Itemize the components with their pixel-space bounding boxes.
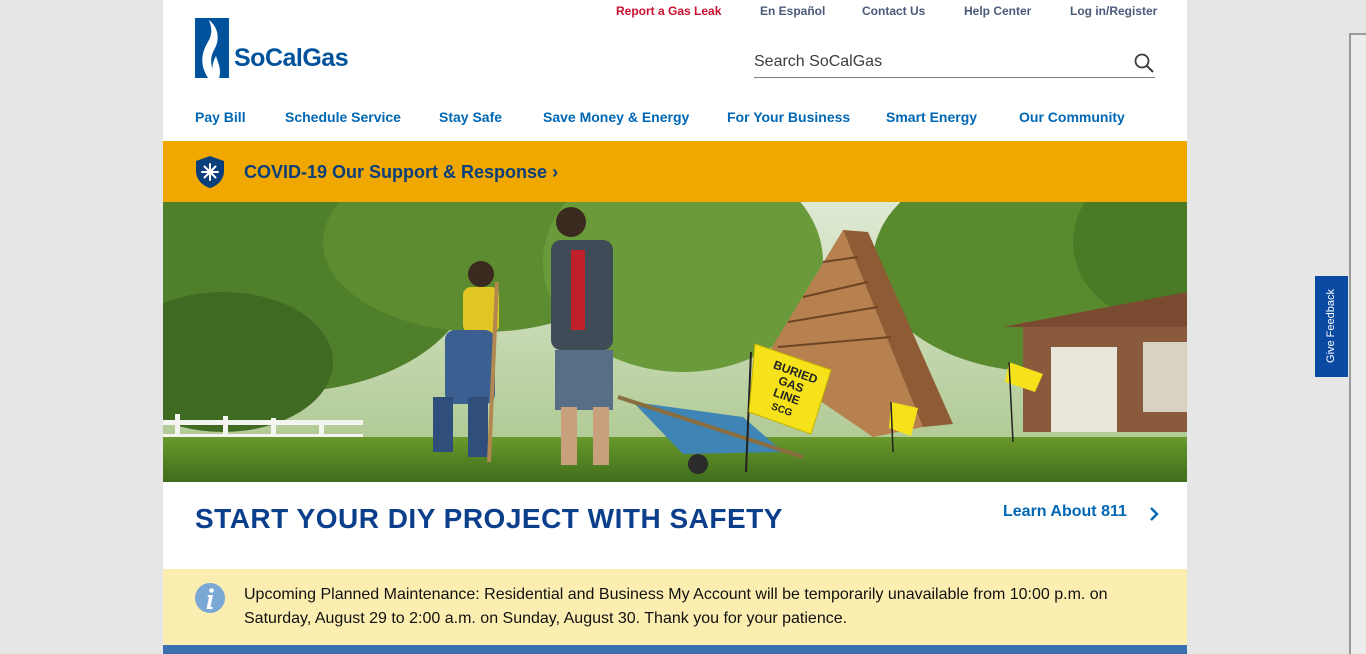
covid-link[interactable]: COVID-19 Our Support & Response › (244, 162, 558, 183)
nav-schedule-service[interactable]: Schedule Service (285, 109, 401, 125)
maintenance-notice: Upcoming Planned Maintenance: Residentia… (163, 569, 1187, 645)
covid-label: COVID-19 Our Support & Response (244, 162, 548, 182)
info-icon (195, 583, 225, 613)
nav-smart-energy[interactable]: Smart Energy (886, 109, 977, 125)
contact-us-link[interactable]: Contact Us (862, 4, 925, 18)
chevron-right-icon[interactable] (1148, 506, 1160, 522)
footer-bar (163, 645, 1187, 654)
logo-text: SoCalGas (234, 44, 349, 72)
search-icon[interactable] (1133, 52, 1155, 74)
search-input[interactable] (754, 49, 1124, 75)
chevron-right-icon: › (552, 162, 559, 182)
give-feedback-label: Give Feedback (1325, 289, 1337, 363)
scrollbar[interactable] (1349, 33, 1366, 654)
en-espanol-link[interactable]: En Español (760, 4, 825, 18)
report-gas-leak-link[interactable]: Report a Gas Leak (616, 4, 721, 18)
socalgas-logo[interactable]: SoCalGas (195, 18, 355, 80)
hero-image: BURIED GAS LINE SCG (163, 202, 1187, 482)
nav-our-community[interactable]: Our Community (1019, 109, 1125, 125)
give-feedback-tab[interactable]: Give Feedback (1315, 276, 1348, 377)
page: Report a Gas Leak En Español Contact Us … (163, 0, 1187, 654)
search-box (754, 49, 1155, 78)
covid-banner[interactable]: COVID-19 Our Support & Response › (163, 141, 1187, 202)
shield-icon (196, 156, 224, 188)
hero-scene-image: BURIED GAS LINE SCG (163, 202, 1187, 482)
flame-logo-icon (195, 18, 229, 78)
nav-save-money-energy[interactable]: Save Money & Energy (543, 109, 689, 125)
learn-about-811-link[interactable]: Learn About 811 (1003, 503, 1127, 521)
nav-for-your-business[interactable]: For Your Business (727, 109, 850, 125)
hero-headline: START YOUR DIY PROJECT WITH SAFETY (195, 503, 783, 534)
help-center-link[interactable]: Help Center (964, 4, 1031, 18)
login-register-link[interactable]: Log in/Register (1070, 4, 1157, 18)
notice-text: Upcoming Planned Maintenance: Residentia… (244, 586, 1108, 627)
nav-stay-safe[interactable]: Stay Safe (439, 109, 502, 125)
nav-pay-bill[interactable]: Pay Bill (195, 109, 246, 125)
